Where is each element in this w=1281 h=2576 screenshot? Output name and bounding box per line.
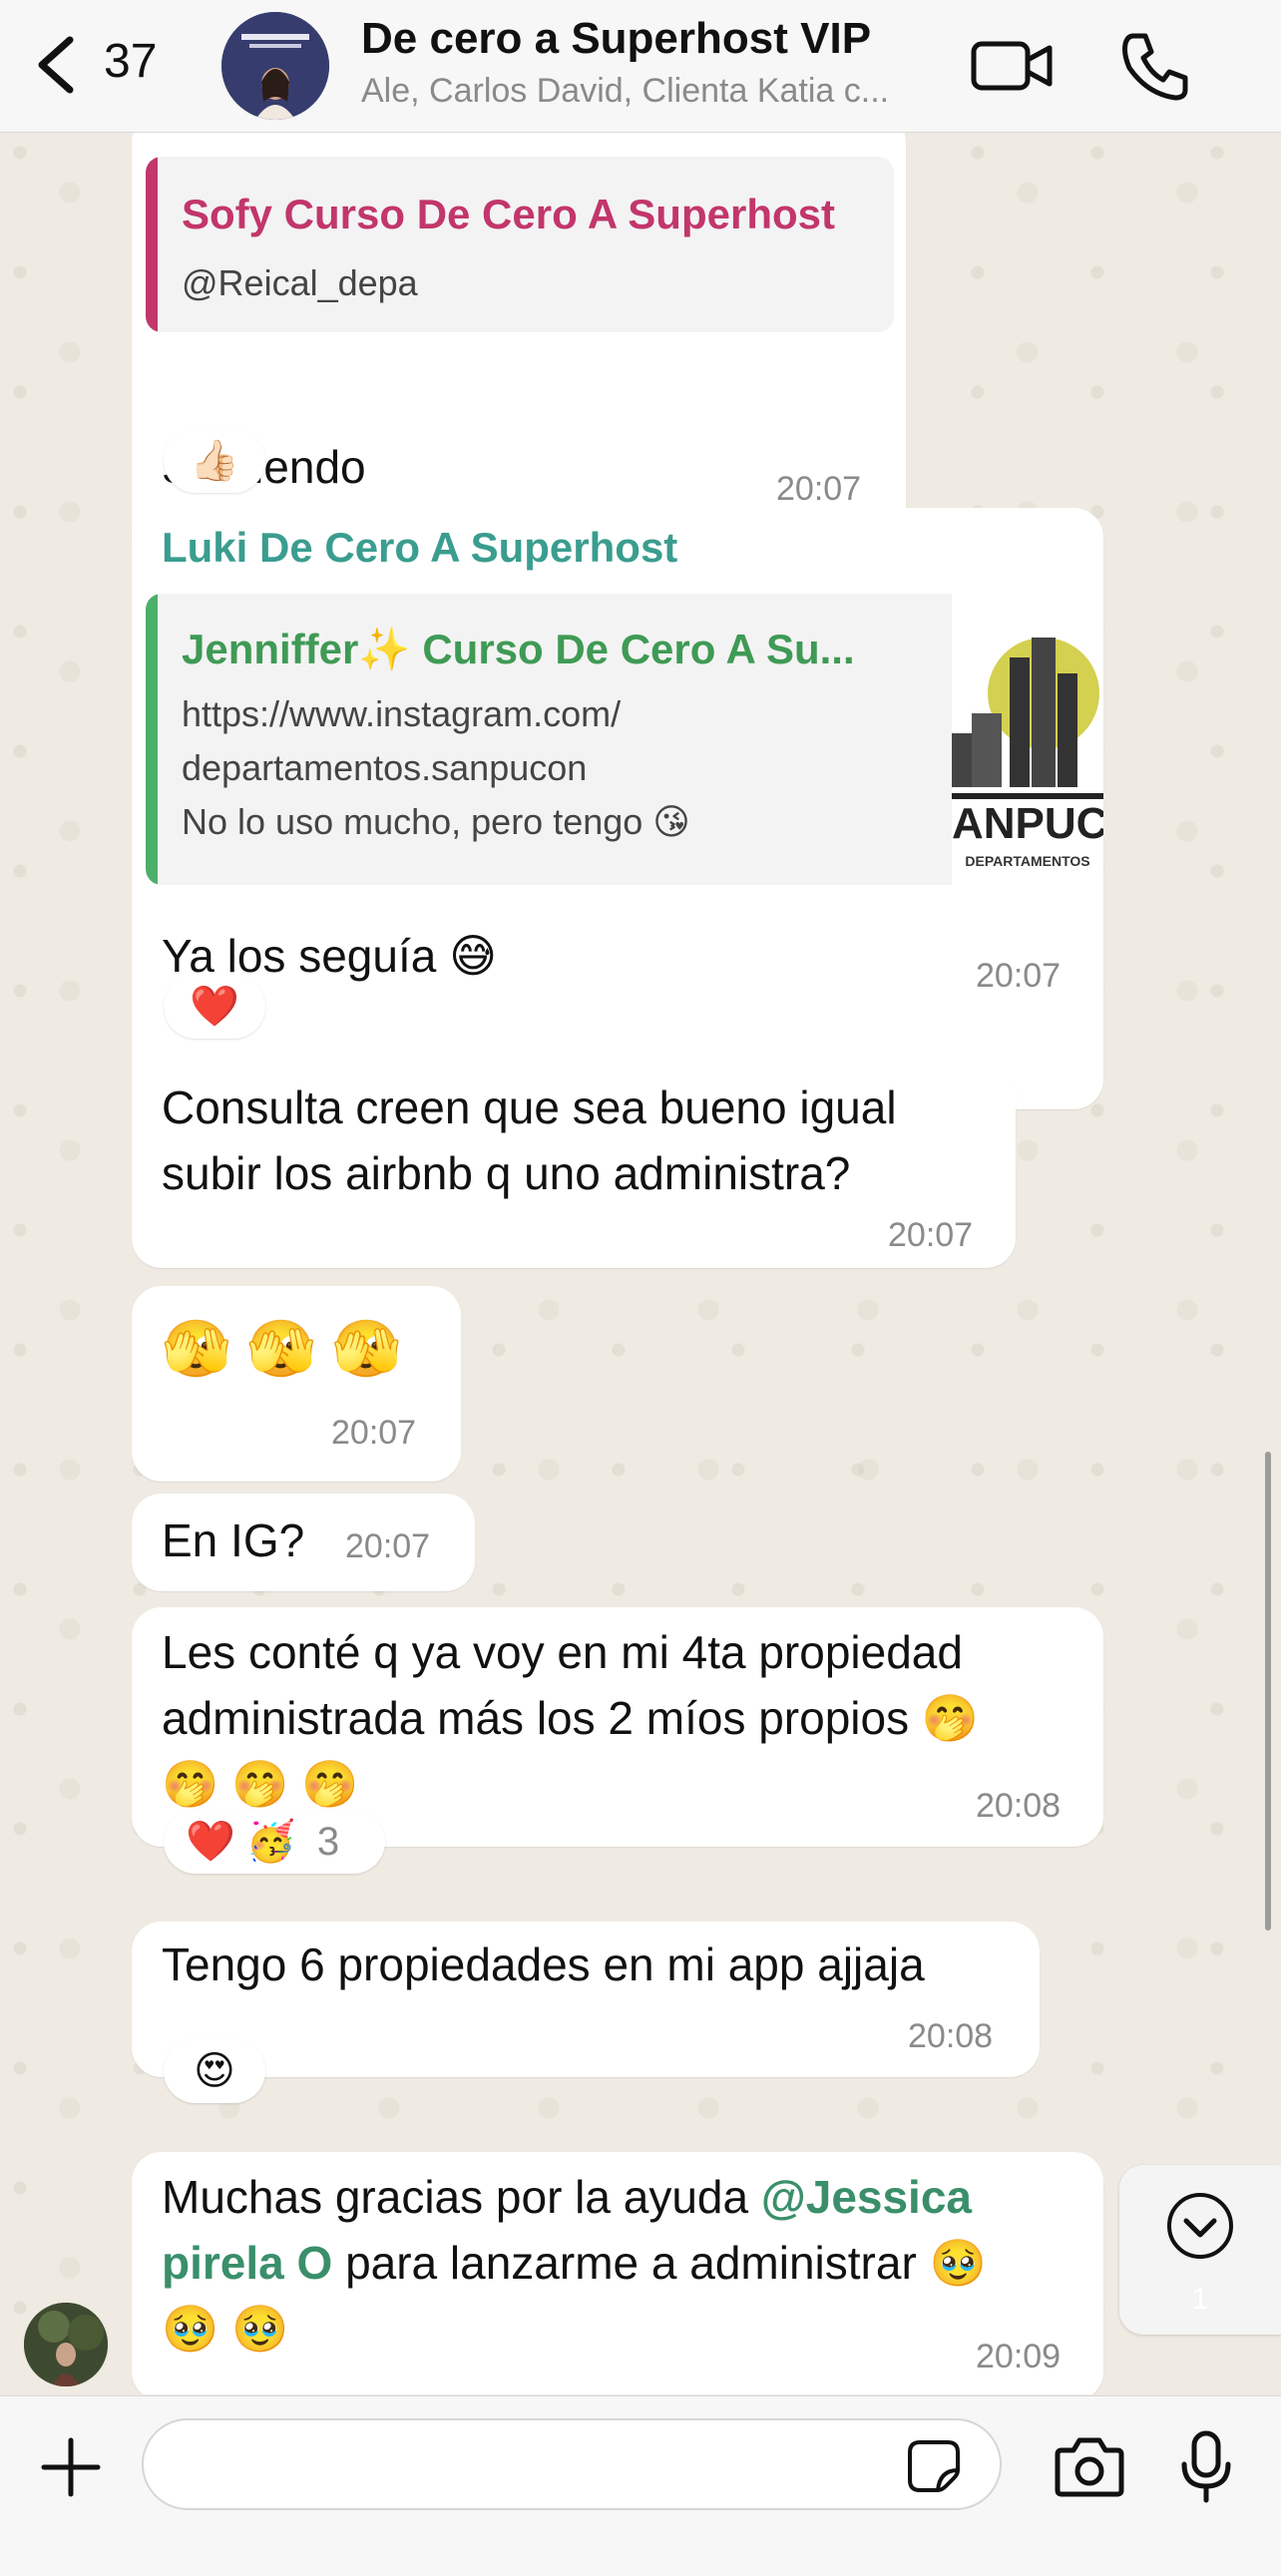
reaction-badge[interactable]: 😍	[164, 2039, 265, 2103]
quote-text: @Reical_depa	[182, 262, 418, 303]
unread-badge: 1	[1191, 2283, 1209, 2316]
mention-link[interactable]: pirela O	[162, 2237, 332, 2289]
message-text-part: para lanzarme a administrar 🥹	[332, 2237, 987, 2289]
message-text: subir los airbnb q uno administra?	[162, 1147, 851, 1199]
thumbnail-brand: ANPUCO	[952, 799, 1103, 848]
quoted-message[interactable]: Sofy Curso De Cero A Superhost @Reical_d…	[146, 157, 894, 332]
mention-link[interactable]: @Jessica	[761, 2171, 972, 2223]
group-title[interactable]: De cero a Superhost VIP	[361, 14, 871, 64]
reaction-emojis: ❤️ 🥳	[186, 1820, 296, 1864]
message-time: 20:08	[908, 2017, 994, 2055]
message-text: Les conté q ya voy en mi 4ta propiedad	[162, 1626, 963, 1678]
message-time: 20:09	[976, 2338, 1062, 2375]
message-text: En IG?	[162, 1514, 305, 1566]
camera-icon[interactable]	[1054, 2434, 1125, 2498]
message-text: 🥹 🥹	[162, 2303, 289, 2355]
message-text: 🫣 🫣 🫣	[162, 1317, 402, 1380]
thumbnail-subtitle: DEPARTAMENTOS	[965, 853, 1090, 869]
message-text: administrada más los 2 míos propios 🤭	[162, 1692, 980, 1744]
message-input-bar	[0, 2395, 1281, 2576]
message-time: 20:07	[888, 1216, 974, 1254]
message-time: 20:07	[976, 957, 1062, 995]
quote-bar	[146, 157, 158, 332]
message-bubble[interactable]: 🫣 🫣 🫣 20:07	[132, 1286, 461, 1482]
message-time: 20:08	[976, 1787, 1062, 1825]
message-bubble[interactable]: Tengo 6 propiedades en mi app ajjaja 20:…	[132, 1922, 1040, 2077]
message-text-part: Muchas gracias por la ayuda	[162, 2171, 761, 2223]
message-input[interactable]	[142, 2418, 1002, 2510]
message-bubble[interactable]: Luki De Cero A Superhost Jenniffer✨ Curs…	[132, 508, 1103, 1109]
scroll-indicator[interactable]	[1265, 1452, 1271, 1931]
quote-author: Jenniffer✨ Curso De Cero A Su...	[182, 626, 855, 672]
quote-text: departamentos.sanpucon	[182, 747, 588, 788]
sender-name[interactable]: Luki De Cero A Superhost	[162, 524, 677, 572]
message-bubble[interactable]: En IG? 20:07	[132, 1494, 475, 1591]
quote-text: No lo uso mucho, pero tengo 😘	[182, 801, 690, 842]
scroll-to-bottom-button[interactable]: 1	[1119, 2165, 1281, 2335]
chevron-down-icon	[1167, 2193, 1233, 2259]
reaction-badge[interactable]: ❤️	[164, 975, 265, 1039]
group-avatar[interactable]	[221, 12, 329, 120]
video-call-icon[interactable]	[970, 30, 1056, 100]
reaction-count: 3	[316, 1820, 340, 1864]
chat-messages-area[interactable]: Sofy Curso De Cero A Superhost @Reical_d…	[0, 133, 1281, 2394]
reaction-badge[interactable]: ❤️ 🥳 3	[164, 1810, 385, 1874]
message-bubble[interactable]: Sofy Curso De Cero A Superhost @Reical_d…	[132, 133, 906, 563]
quoted-message[interactable]: Jenniffer✨ Curso De Cero A Su... https:/…	[146, 594, 1103, 885]
quote-text: https://www.instagram.com/	[182, 693, 622, 734]
reaction-badge[interactable]: 👍🏻	[164, 429, 265, 493]
sticker-icon[interactable]	[906, 2438, 962, 2494]
microphone-icon[interactable]	[1177, 2430, 1235, 2504]
quote-bar	[146, 594, 158, 885]
unread-count[interactable]: 37	[104, 34, 157, 89]
message-bubble[interactable]: Consulta creen que sea bueno igual subir…	[132, 1057, 1016, 1268]
quote-thumbnail: ANPUCO DEPARTAMENTOS	[952, 594, 1103, 885]
phone-call-icon[interactable]	[1117, 28, 1193, 104]
message-text: Muchas gracias por la ayuda @Jessica	[162, 2164, 972, 2230]
message-text: Tengo 6 propiedades en mi app ajjaja	[162, 1938, 925, 1990]
message-time: 20:07	[331, 1414, 417, 1452]
chat-header: 37 De cero a Superhost VIP Ale, Carlos D…	[0, 0, 1281, 133]
message-text: 🤭 🤭 🤭	[162, 1758, 359, 1810]
sender-avatar[interactable]	[24, 2303, 108, 2386]
message-text: pirela O para lanzarme a administrar 🥹	[162, 2230, 987, 2296]
message-bubble[interactable]: Muchas gracias por la ayuda @Jessica pir…	[132, 2152, 1103, 2394]
group-members[interactable]: Ale, Carlos David, Clienta Katia c...	[361, 72, 950, 111]
message-time: 20:07	[776, 470, 862, 508]
plus-icon[interactable]	[38, 2434, 104, 2500]
back-chevron-icon[interactable]	[28, 30, 88, 100]
message-time: 20:07	[345, 1527, 431, 1565]
message-text: Consulta creen que sea bueno igual	[162, 1081, 897, 1133]
quote-author: Sofy Curso De Cero A Superhost	[182, 191, 835, 237]
